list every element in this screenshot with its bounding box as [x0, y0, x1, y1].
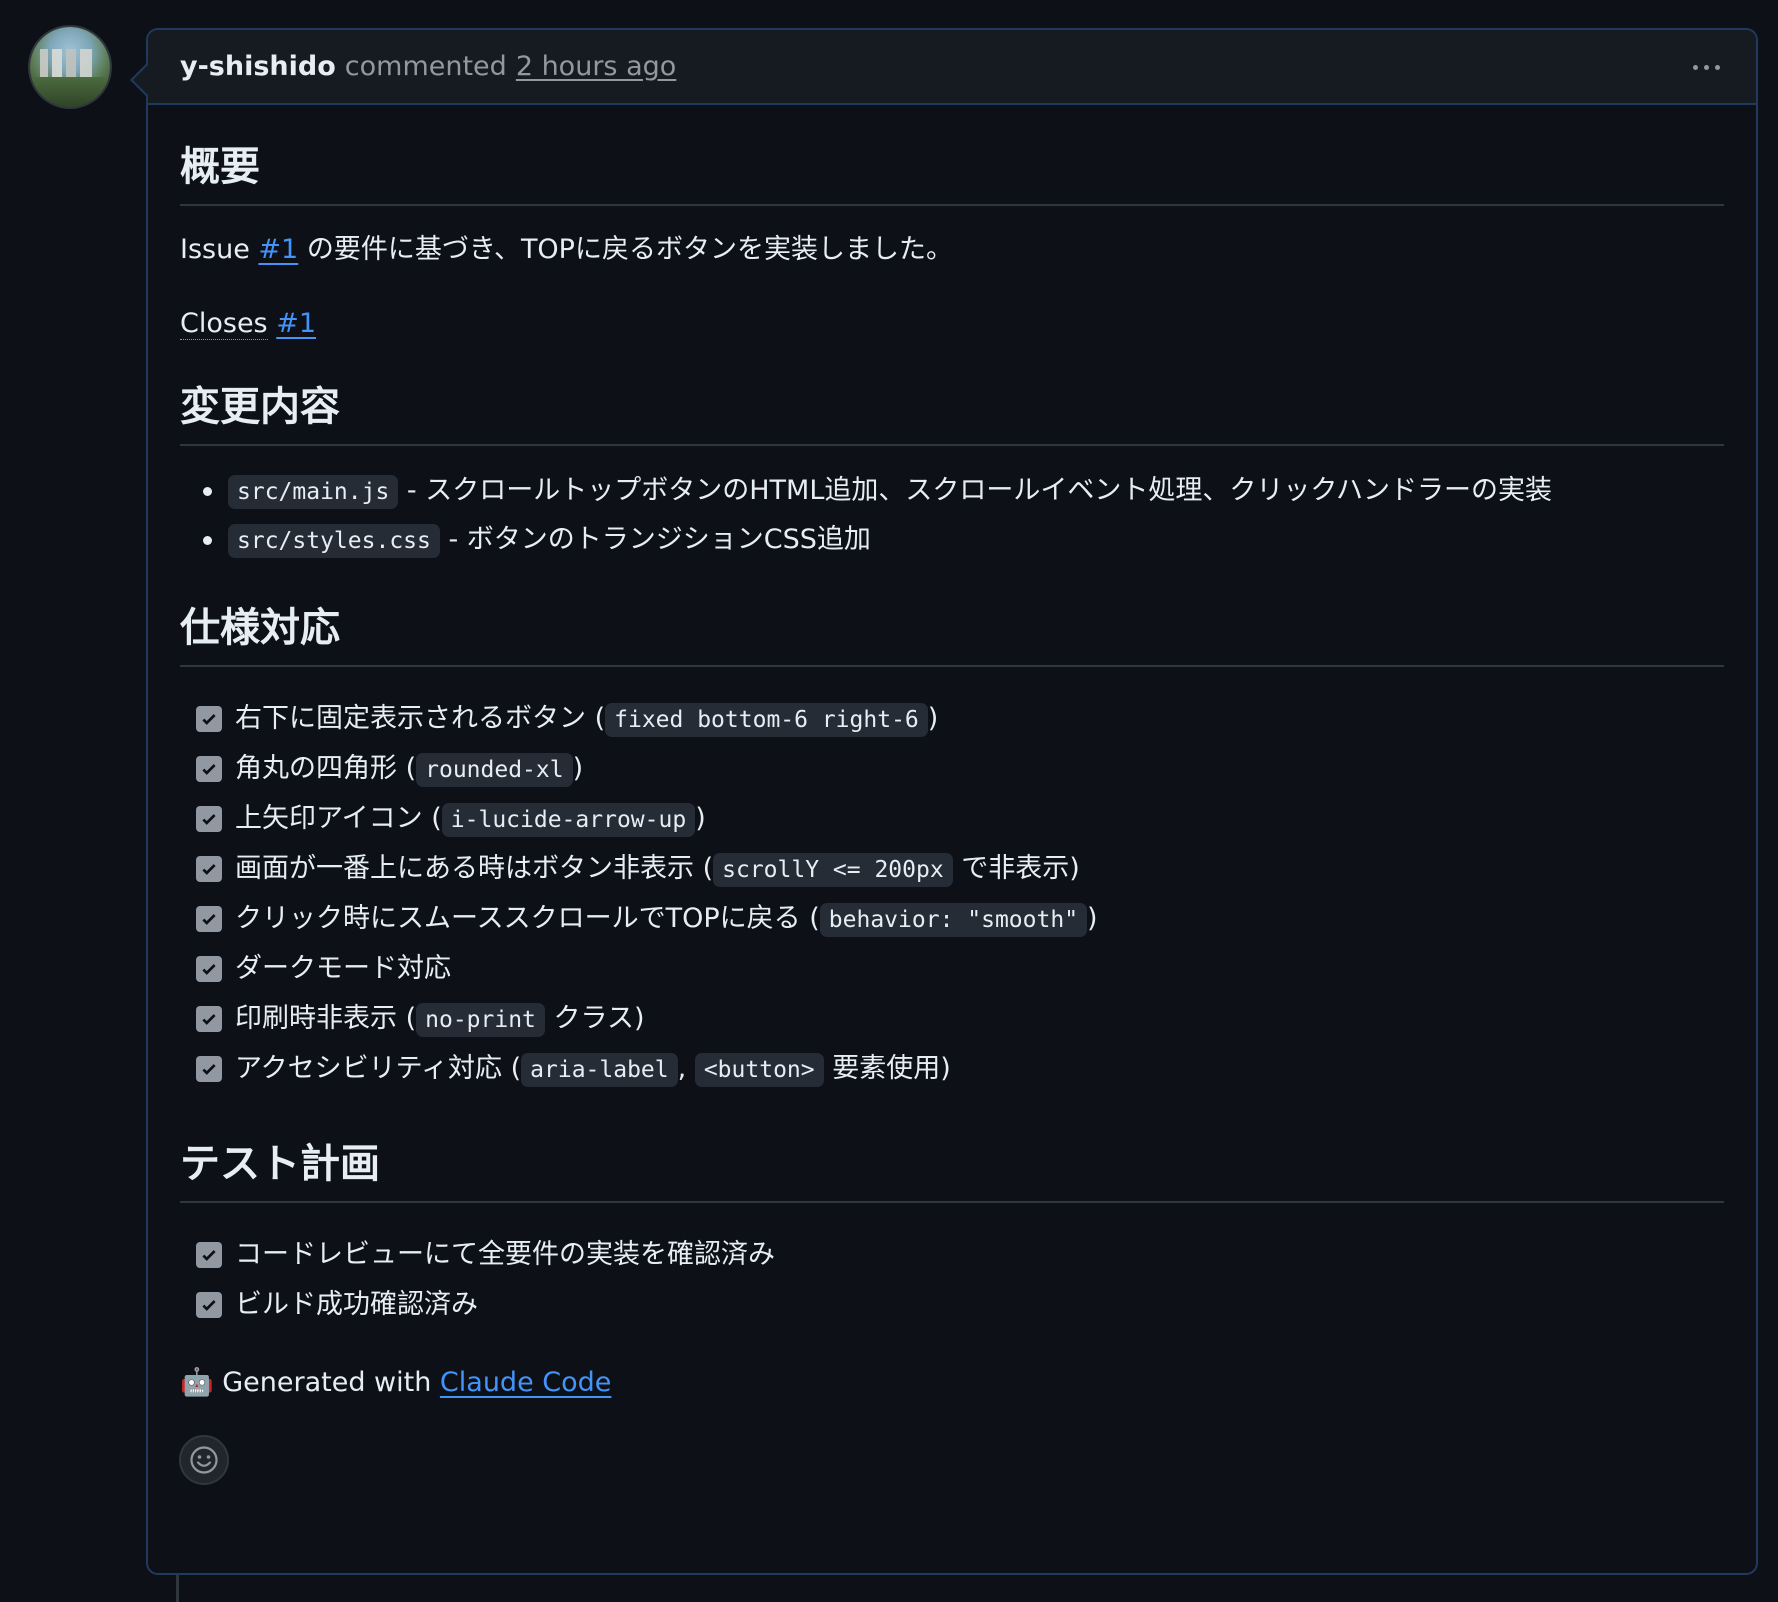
comment-action: commented — [344, 51, 507, 82]
checkmark-icon — [202, 714, 216, 725]
checkmark-icon — [202, 1014, 216, 1025]
robot-icon: 🤖 — [180, 1367, 214, 1398]
task-text: で非表示) — [961, 853, 1080, 884]
task-text: ) — [927, 703, 939, 734]
file-path-code: src/styles.css — [228, 524, 440, 558]
overview-paragraph: Issue #1 の要件に基づき、TOPに戻るボタンを実装しました。 — [180, 232, 1724, 268]
task-text: 角丸の四角形 ( — [235, 753, 417, 784]
comment-thread: y-shishido commented 2 hours ago 概要 Issu… — [0, 0, 1778, 1602]
timeline-connector — [176, 1575, 179, 1602]
heading-overview: 概要 — [180, 134, 1724, 206]
task-text: 印刷時非表示 ( — [235, 1003, 417, 1034]
task-item: コードレビューにて全要件の実装を確認済み — [180, 1237, 1724, 1287]
checkmark-icon — [202, 1250, 216, 1261]
closes-paragraph: Closes #1 — [180, 306, 1724, 342]
checkmark-icon — [202, 764, 216, 775]
task-text: 上矢印アイコン ( — [235, 803, 442, 834]
heading-spec: 仕様対応 — [180, 595, 1724, 667]
task-item: ダークモード対応 — [180, 951, 1724, 1001]
task-text: , — [677, 1053, 687, 1084]
task-item: クリック時にスムーススクロールでTOPに戻る (behavior: "smoot… — [180, 901, 1724, 951]
kebab-dot-icon — [1714, 64, 1720, 70]
list-item: src/styles.css - ボタンのトランジションCSS追加 — [180, 522, 1724, 571]
checkbox-checked[interactable] — [196, 806, 222, 832]
checkmark-icon — [202, 864, 216, 875]
author-link[interactable]: y-shishido — [180, 51, 336, 82]
inline-code: fixed bottom-6 right-6 — [605, 703, 928, 737]
checkbox-checked[interactable] — [196, 1242, 222, 1268]
task-text: クラス) — [553, 1003, 645, 1034]
inline-code: scrollY <= 200px — [713, 853, 953, 887]
task-item: 画面が一番上にある時はボタン非表示 (scrollY <= 200px で非表示… — [180, 851, 1724, 901]
task-item: ビルド成功確認済み — [180, 1287, 1724, 1337]
add-reaction-button[interactable] — [179, 1435, 229, 1485]
checkmark-icon — [202, 1300, 216, 1311]
comment-header: y-shishido commented 2 hours ago — [148, 30, 1756, 105]
inline-code: behavior: "smooth" — [819, 903, 1088, 937]
checkbox-checked[interactable] — [196, 706, 222, 732]
task-text: 右下に固定表示されるボタン ( — [235, 703, 606, 734]
inline-code: rounded-xl — [416, 753, 573, 787]
heading-changes: 変更内容 — [180, 374, 1724, 446]
smiley-icon — [190, 1446, 218, 1474]
checkmark-icon — [202, 964, 216, 975]
kebab-dot-icon — [1703, 64, 1709, 70]
checkbox-checked[interactable] — [196, 1056, 222, 1082]
test-task-list: コードレビューにて全要件の実装を確認済み ビルド成功確認済み — [180, 1237, 1724, 1337]
task-text: ダークモード対応 — [235, 953, 451, 984]
inline-code: aria-label — [521, 1053, 678, 1087]
issue-link[interactable]: #1 — [258, 234, 298, 265]
comment-timestamp[interactable]: 2 hours ago — [516, 51, 676, 82]
task-text: ) — [1087, 903, 1098, 934]
checkbox-checked[interactable] — [196, 956, 222, 982]
comment-body: 概要 Issue #1 の要件に基づき、TOPに戻るボタンを実装しました。 Cl… — [148, 134, 1756, 1485]
change-description: - スクロールトップボタンのHTML追加、スクロールイベント処理、クリックハンド… — [406, 475, 1553, 506]
claude-code-link[interactable]: Claude Code — [440, 1367, 611, 1398]
inline-code: no-print — [416, 1003, 545, 1037]
checkmark-icon — [202, 914, 216, 925]
closes-issue-link[interactable]: #1 — [276, 308, 316, 339]
generated-footer: 🤖 Generated with Claude Code — [180, 1365, 1724, 1401]
issue-suffix: の要件に基づき、TOPに戻るボタンを実装しました。 — [306, 234, 953, 265]
task-text: 画面が一番上にある時はボタン非表示 ( — [235, 853, 714, 884]
heading-test: テスト計画 — [180, 1131, 1724, 1203]
task-text: クリック時にスムーススクロールでTOPに戻る ( — [235, 903, 820, 934]
task-item: 右下に固定表示されるボタン (fixed bottom-6 right-6) — [180, 701, 1724, 751]
inline-code: i-lucide-arrow-up — [441, 803, 696, 837]
closes-label: Closes — [180, 308, 268, 340]
checkbox-checked[interactable] — [196, 756, 222, 782]
issue-prefix: Issue — [180, 234, 250, 265]
task-text: ) — [572, 753, 584, 784]
checkmark-icon — [202, 1064, 216, 1075]
checkbox-checked[interactable] — [196, 856, 222, 882]
task-item: 印刷時非表示 (no-print クラス) — [180, 1001, 1724, 1051]
checkbox-checked[interactable] — [196, 1292, 222, 1318]
spec-task-list: 右下に固定表示されるボタン (fixed bottom-6 right-6) 角… — [180, 701, 1724, 1101]
task-text: コードレビューにて全要件の実装を確認済み — [235, 1239, 775, 1270]
task-item: アクセシビリティ対応 (aria-label, <button> 要素使用) — [180, 1051, 1724, 1101]
task-text: 要素使用) — [832, 1053, 951, 1084]
checkmark-icon — [202, 814, 216, 825]
avatar[interactable] — [30, 27, 110, 107]
footer-text: Generated with — [222, 1367, 432, 1398]
kebab-dot-icon — [1692, 64, 1698, 70]
file-path-code: src/main.js — [228, 475, 399, 509]
checkbox-checked[interactable] — [196, 906, 222, 932]
more-options-button[interactable] — [1686, 52, 1726, 82]
task-text: ビルド成功確認済み — [235, 1289, 478, 1320]
changes-list: src/main.js - スクロールトップボタンのHTML追加、スクロールイベ… — [180, 473, 1724, 571]
inline-code: <button> — [694, 1053, 824, 1087]
change-description: - ボタンのトランジションCSS追加 — [448, 524, 871, 555]
checkbox-checked[interactable] — [196, 1006, 222, 1032]
list-item: src/main.js - スクロールトップボタンのHTML追加、スクロールイベ… — [180, 473, 1724, 522]
comment-card: y-shishido commented 2 hours ago 概要 Issu… — [130, 28, 1758, 1575]
task-item: 角丸の四角形 (rounded-xl) — [180, 751, 1724, 801]
task-text: アクセシビリティ対応 ( — [235, 1053, 522, 1084]
task-text: ) — [695, 803, 706, 834]
task-item: 上矢印アイコン (i-lucide-arrow-up) — [180, 801, 1724, 851]
